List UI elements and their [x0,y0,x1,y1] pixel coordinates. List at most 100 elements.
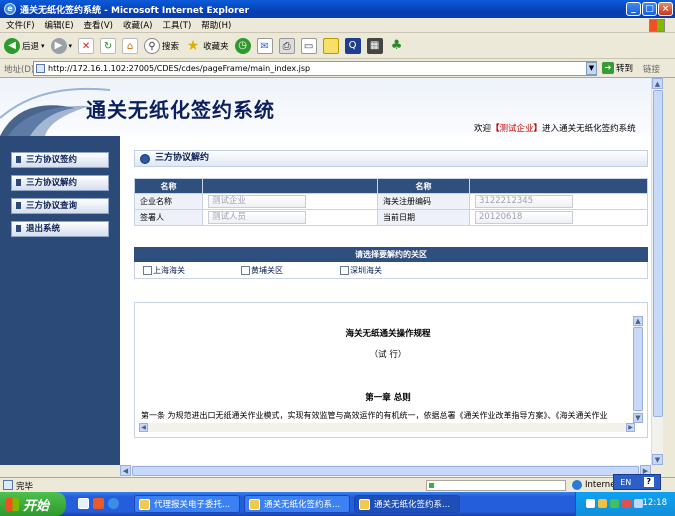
section-title: 三方协议解约 [155,153,210,163]
checkbox-shenzhen[interactable] [340,266,349,275]
sidebar-item-exit[interactable]: 退出系统 [11,221,109,237]
search-icon: ⚲ [144,37,161,54]
help-icon[interactable]: ? [643,477,654,487]
taskbar-item-agent[interactable]: 代理报关电子委托... [134,495,240,513]
sidebar-item-sign[interactable]: 三方协议签约 [11,152,109,168]
sidebar-item-query[interactable]: 三方协议查询 [11,198,109,214]
port-selection-row: 上海海关 黄埔关区 深圳海关 [134,262,648,279]
print-icon[interactable]: ⎙ [278,37,295,54]
quicklaunch-media-icon[interactable] [93,498,104,509]
page-scroll-up-icon[interactable]: ▲ [652,78,663,89]
mail-icon[interactable]: ✉ [256,37,273,54]
forward-dropdown-icon[interactable]: ▾ [69,42,73,50]
rules-scroll-up-icon[interactable]: ▲ [633,316,643,326]
rules-scroll-down-icon[interactable]: ▼ [633,413,643,423]
taskbar: 开始 代理报关电子委托... 通关无纸化签约系... 通关无纸化签约系... 1… [0,492,675,516]
status-bar: 完毕 Internet [0,477,675,492]
customs-code-field[interactable]: 3122212345 [475,195,573,208]
minimize-button[interactable]: _ [626,2,641,16]
home-icon[interactable]: ⌂ [122,37,139,54]
msn-icon[interactable]: ♣ [389,38,405,54]
menu-help[interactable]: 帮助(H) [201,19,231,31]
quicklaunch-desktop-icon[interactable] [78,498,89,509]
port-option-shanghai[interactable]: 上海海关 [143,265,185,276]
discuss-icon[interactable] [322,37,339,54]
tray-icon[interactable] [622,499,631,508]
rules-scroll-right-icon[interactable]: ▶ [626,423,635,432]
back-label: 后退 [22,41,40,52]
toolbar: ◀ 后退 ▾ ▶ ▾ ✕ ↻ ⌂ ⚲ 搜索 ★ 收藏夹 ◷ ✉ ⎙ ▭ Q ▦ … [0,33,675,59]
menu-view[interactable]: 查看(V) [84,19,113,31]
signer-field[interactable]: 测试人员 [208,211,306,224]
tray-icon[interactable] [598,499,607,508]
rules-scroll-thumb[interactable] [633,327,643,411]
rules-document[interactable]: 海关无纸通关操作规程 （试 行） 第一章 总则 第一条 为规范进出口无纸通关作业… [141,315,635,435]
favorites-button[interactable]: ★ 收藏夹 [185,38,229,54]
taskbar-item-system-2[interactable]: 通关无纸化签约系... [354,495,460,513]
research-icon[interactable]: Q [344,37,361,54]
stop-icon[interactable]: ✕ [78,37,95,54]
menu-file[interactable]: 文件(F) [6,19,35,31]
port-option-huangpu[interactable]: 黄埔关区 [241,265,283,276]
task-app-icon [249,498,260,510]
system-tray: 12:18 [575,492,675,516]
sidebar-item-terminate[interactable]: 三方协议解约 [11,175,109,191]
page-hscroll-thumb[interactable] [132,466,639,476]
edit-icon[interactable]: ▭ [300,37,317,54]
links-label[interactable]: 链接 [643,63,660,75]
menu-tools[interactable]: 工具(T) [162,19,191,31]
welcome-prefix: 欢迎 [474,124,492,134]
back-dropdown-icon[interactable]: ▾ [41,42,45,50]
port-selection-header: 请选择要解约的关区 [134,247,648,262]
search-button[interactable]: ⚲ 搜索 [144,37,179,54]
language-indicator[interactable]: EN [620,478,631,487]
clock: 12:18 [642,498,668,508]
forward-button[interactable]: ▶ ▾ [50,37,73,54]
address-url: http://172.16.1.102:27005/CDES/cdes/page… [48,64,311,73]
rules-horizontal-scrollbar[interactable]: ◀ ▶ [139,423,635,432]
security-zone: Internet [572,480,619,490]
tray-icon[interactable] [610,499,619,508]
address-input[interactable]: http://172.16.1.102:27005/CDES/cdes/page… [33,61,597,76]
taskbar-item-system-1[interactable]: 通关无纸化签约系... [244,495,350,513]
main-content: 三方协议解约 名称 名称 企业名称 测试企业 海关注册编码 3122212345… [120,136,651,465]
port-option-shenzhen[interactable]: 深圳海关 [340,265,382,276]
page-scroll-thumb[interactable] [653,90,663,417]
window-title-bar[interactable]: e 通关无纸化签约系统 - Microsoft Internet Explore… [0,0,675,18]
company-name-field[interactable]: 测试企业 [208,195,306,208]
menu-edit[interactable]: 编辑(E) [45,19,74,31]
windows-flag-icon [6,497,19,511]
history-icon[interactable]: ◷ [234,37,251,54]
rules-vertical-scrollbar[interactable]: ▲ ▼ [633,316,643,423]
window-title: 通关无纸化签约系统 - Microsoft Internet Explorer [20,5,250,16]
go-button[interactable]: ➔ 转到 [602,62,633,74]
messenger-icon[interactable]: ▦ [366,37,383,54]
task-label-system-1: 通关无纸化签约系... [264,500,341,510]
sidebar: 三方协议签约 三方协议解约 三方协议查询 退出系统 [0,136,120,465]
checkbox-shanghai[interactable] [143,266,152,275]
section-header: 三方协议解约 [134,150,648,167]
quicklaunch-ie-icon[interactable] [108,498,119,509]
page-vertical-scrollbar[interactable]: ▲ ▼ [651,78,663,465]
port-label-huangpu: 黄埔关区 [251,266,283,275]
rules-scroll-left-icon[interactable]: ◀ [139,423,148,432]
refresh-icon[interactable]: ↻ [100,37,117,54]
go-label: 转到 [616,64,634,74]
current-date-label: 当前日期 [377,209,470,226]
address-dropdown-icon[interactable]: ▼ [586,62,597,75]
address-bar: 地址(D) http://172.16.1.102:27005/CDES/cde… [0,59,675,78]
page-horizontal-scrollbar[interactable]: ◀ ▶ [120,465,651,477]
windows-logo-icon [649,19,665,32]
language-bar[interactable]: EN ? [613,474,661,490]
company-name-label: 企业名称 [134,193,203,210]
maximize-button[interactable]: □ [642,2,657,16]
checkbox-huangpu[interactable] [241,266,250,275]
page-scroll-left-icon[interactable]: ◀ [120,465,131,476]
back-button[interactable]: ◀ 后退 ▾ [4,37,45,54]
page-scroll-down-icon[interactable]: ▼ [652,454,663,465]
menu-favorites[interactable]: 收藏(A) [123,19,152,31]
start-button[interactable]: 开始 [0,492,66,516]
current-date-field[interactable]: 20120618 [475,211,573,224]
tray-icon[interactable] [586,499,595,508]
close-button[interactable]: × [658,2,673,16]
